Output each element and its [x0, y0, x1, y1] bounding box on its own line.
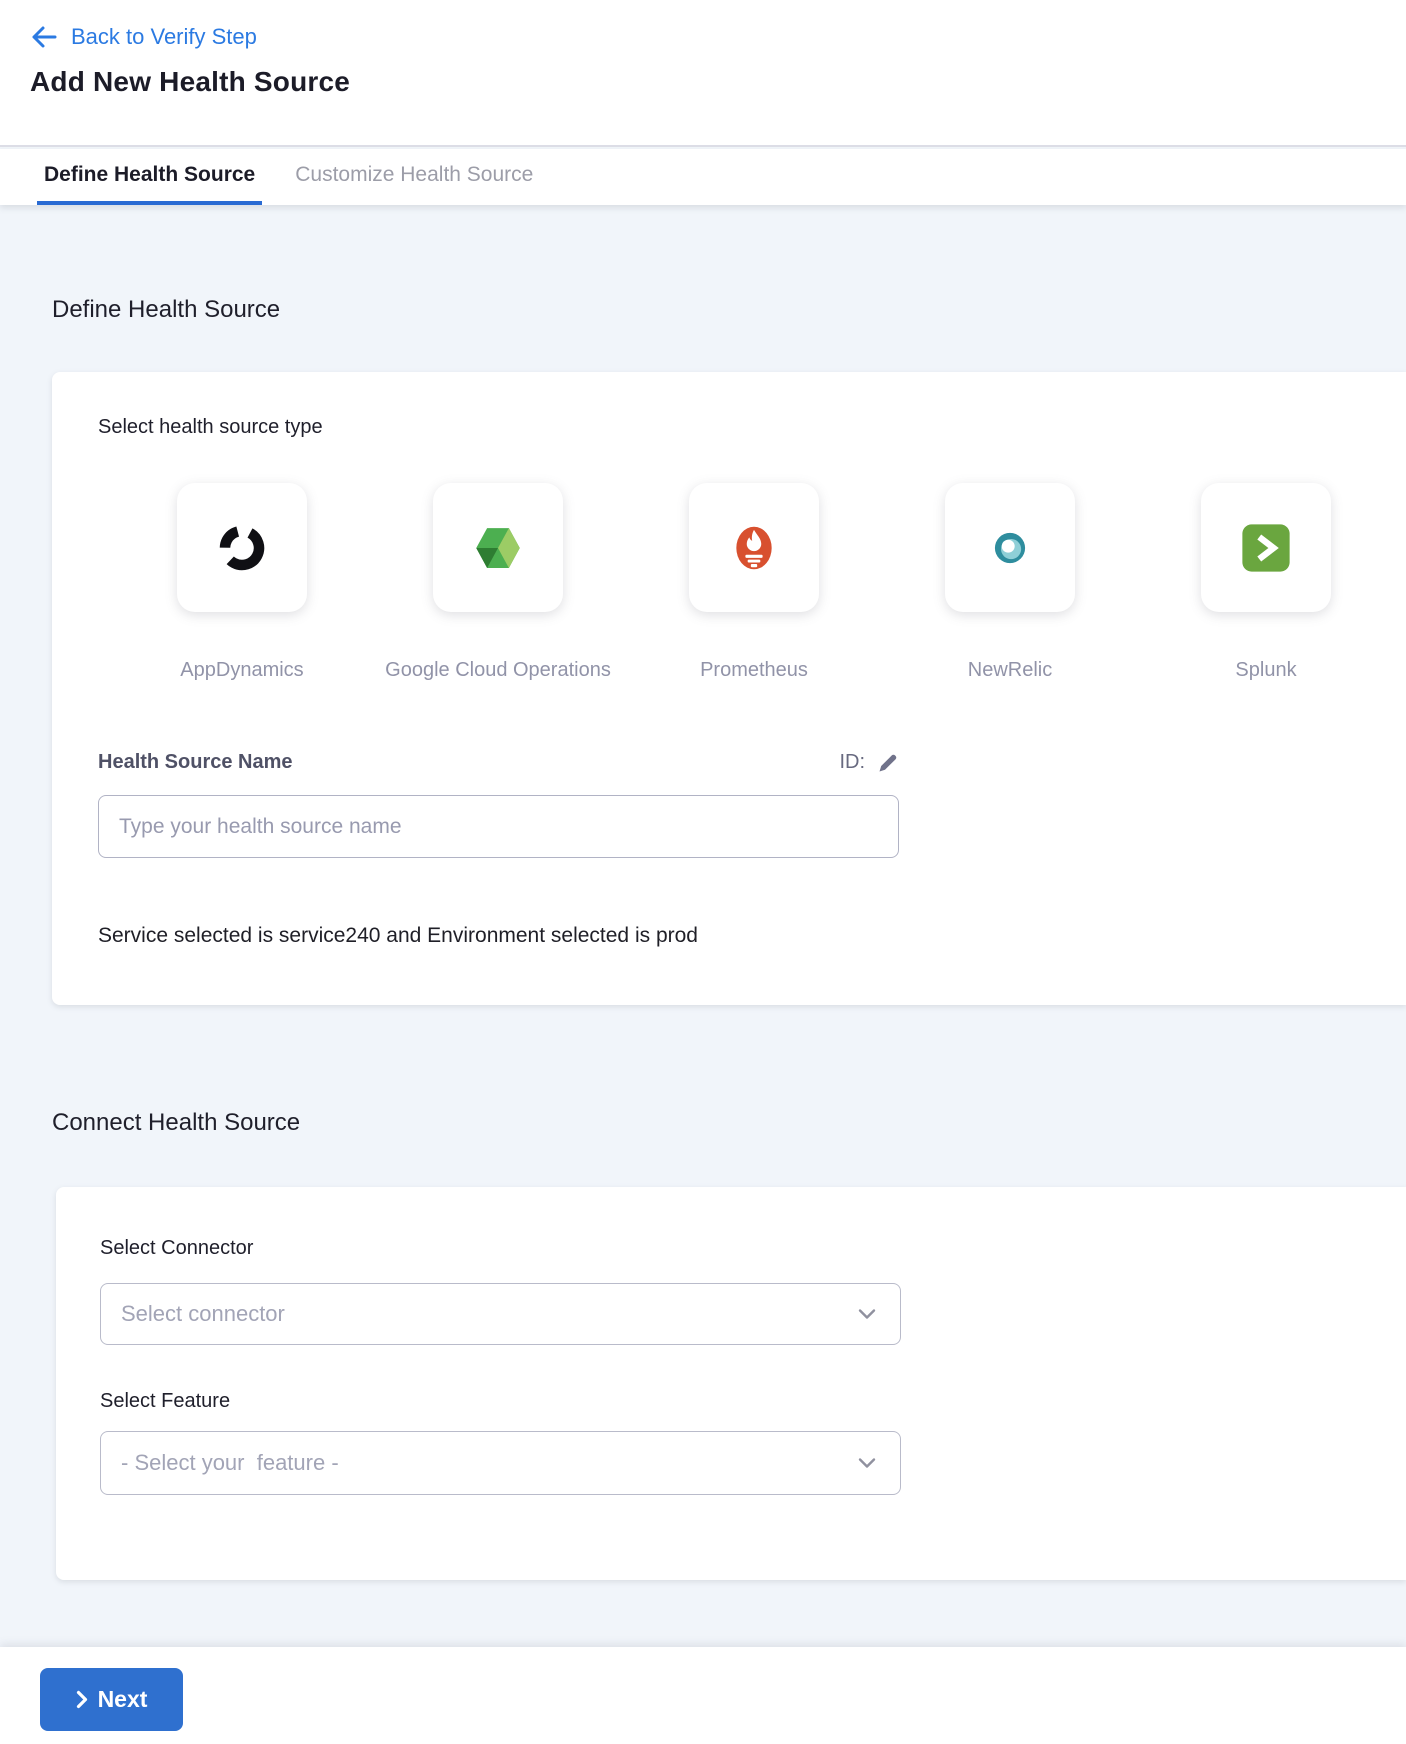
health-source-name-row: Health Source Name ID: — [98, 751, 899, 774]
source-column-newrelic: NewRelic — [882, 483, 1138, 682]
id-label: ID: — [839, 751, 865, 774]
select-feature-label: Select Feature — [100, 1390, 230, 1413]
source-column-appdynamics: AppDynamics — [114, 483, 370, 682]
edit-id-control[interactable]: ID: — [839, 751, 899, 774]
source-label: Prometheus — [700, 659, 808, 682]
tab-bar: Define Health Source Customize Health So… — [0, 149, 1406, 205]
feature-select-value: - Select your feature - — [121, 1450, 339, 1476]
source-label: Google Cloud Operations — [385, 659, 611, 682]
source-tile-newrelic[interactable] — [945, 483, 1075, 612]
source-column-google-cloud-operations: Google Cloud Operations — [370, 483, 626, 682]
source-column-splunk: Splunk — [1138, 483, 1394, 682]
google-cloud-operations-icon — [469, 519, 527, 577]
connect-section-title: Connect Health Source — [52, 1109, 300, 1137]
chevron-down-icon — [858, 1309, 876, 1320]
footer-bar: Next — [0, 1647, 1406, 1744]
edit-pencil-icon[interactable] — [877, 752, 899, 774]
source-label: Splunk — [1235, 659, 1296, 682]
source-column-prometheus: Prometheus — [626, 483, 882, 682]
connect-health-source-card: Select Connector Select connector Select… — [56, 1187, 1406, 1580]
prometheus-icon — [725, 519, 783, 577]
health-source-name-label: Health Source Name — [98, 751, 293, 774]
source-tile-google-cloud-operations[interactable] — [433, 483, 563, 612]
select-source-type-label: Select health source type — [98, 416, 323, 439]
connector-select[interactable]: Select connector — [100, 1283, 901, 1345]
back-button[interactable]: Back to Verify Step — [30, 22, 257, 52]
source-tile-splunk[interactable] — [1201, 483, 1331, 612]
page-title: Add New Health Source — [30, 66, 350, 98]
source-label: NewRelic — [968, 659, 1052, 682]
chevron-down-icon — [858, 1458, 876, 1469]
appdynamics-icon — [214, 520, 270, 576]
page-header: Back to Verify Step Add New Health Sourc… — [0, 0, 1406, 147]
source-label: AppDynamics — [180, 659, 303, 682]
tab-customize-health-source[interactable]: Customize Health Source — [288, 149, 540, 205]
connector-select-value: Select connector — [121, 1301, 285, 1327]
back-arrow-icon[interactable] — [30, 25, 57, 49]
source-tile-appdynamics[interactable] — [177, 483, 307, 612]
feature-select[interactable]: - Select your feature - — [100, 1431, 901, 1495]
service-environment-note: Service selected is service240 and Envir… — [98, 924, 698, 948]
back-link-label[interactable]: Back to Verify Step — [71, 24, 257, 50]
chevron-right-icon — [76, 1690, 88, 1709]
source-type-row: AppDynamics Google Cloud Operations — [114, 483, 1394, 682]
tab-define-health-source[interactable]: Define Health Source — [37, 149, 262, 205]
define-section-title: Define Health Source — [52, 296, 280, 324]
source-tile-prometheus[interactable] — [689, 483, 819, 612]
next-button-label: Next — [98, 1686, 148, 1713]
define-health-source-card: Select health source type AppDynamics — [52, 372, 1406, 1005]
select-connector-label: Select Connector — [100, 1237, 253, 1260]
newrelic-icon — [987, 525, 1033, 571]
next-button[interactable]: Next — [40, 1668, 183, 1731]
health-source-name-input[interactable] — [98, 795, 899, 858]
splunk-icon — [1239, 521, 1293, 575]
